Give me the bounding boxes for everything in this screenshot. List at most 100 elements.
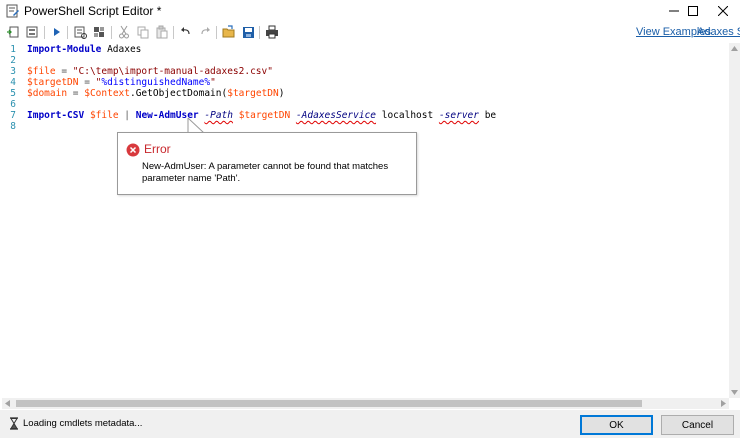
undo-icon [181,27,190,35]
argument: be [478,110,497,121]
operator: = [55,66,73,77]
scroll-thumb[interactable] [16,400,642,407]
operator: = [67,88,85,99]
argument: Adaxes [101,44,142,55]
hourglass-icon [9,417,19,430]
ok-button[interactable]: OK [580,415,653,435]
line-number: 7 [10,110,16,121]
adaxes-sdk-link[interactable]: Adaxes SDK [697,26,740,38]
save-button[interactable] [240,24,256,40]
cancel-button[interactable]: Cancel [661,415,734,435]
undo-button[interactable] [178,24,194,40]
error-tooltip: Error New-AdmUser: A parameter cannot be… [117,132,417,195]
check-syntax-icon [74,26,87,39]
select-object-icon [94,27,104,37]
status-message: Loading cmdlets metadata... [23,418,143,429]
title-bar: PowerShell Script Editor * [0,0,740,22]
cut-button[interactable] [116,24,132,40]
chevron-right-icon [721,400,726,407]
script-editor-icon [6,4,20,18]
chevron-down-icon [731,390,738,395]
redo-button[interactable] [197,24,213,40]
scroll-right-arrow[interactable] [718,398,729,409]
insert-template-icon [26,26,38,38]
paren: ) [278,88,285,99]
open-button[interactable] [221,24,237,40]
insert-button[interactable] [5,24,21,40]
close-icon [718,6,728,16]
vertical-scrollbar[interactable] [729,43,740,398]
code-line-3: $file = "C:\temp\import-manual-adaxes2.c… [27,66,273,77]
argument: localhost [376,110,439,121]
copy-button[interactable] [135,24,151,40]
chevron-left-icon [5,400,10,407]
error-icon [126,143,140,157]
string-literal: "C:\temp\import-manual-adaxes2.csv" [72,66,273,77]
scroll-left-arrow[interactable] [2,398,13,409]
close-button[interactable] [706,0,740,22]
toolbar-separator [173,26,174,39]
toolbar-separator [216,26,217,39]
line-number: 3 [10,66,16,77]
line-number: 6 [10,99,16,110]
string-quote: " [210,77,216,88]
line-number-gutter: 1 2 3 4 5 6 7 8 [2,43,22,398]
line-number: 8 [10,121,16,132]
line-number: 2 [10,55,16,66]
line-number: 4 [10,77,16,88]
code-line-5: $domain = $Context.GetObjectDomain($targ… [27,88,284,99]
select-object-button[interactable] [91,24,107,40]
toolbar-separator [259,26,260,39]
variable: $targetDN [27,77,79,88]
error-message: New-AdmUser: A parameter cannot be found… [142,161,389,184]
line-number: 1 [10,44,16,55]
maximize-icon [688,6,698,16]
redo-icon [201,27,210,35]
variable: $file [27,66,56,77]
line-number: 5 [10,88,16,99]
variable: $domain [27,88,68,99]
paste-button[interactable] [154,24,170,40]
run-button[interactable] [49,24,65,40]
code-line-7: Import-CSV $file | New-AdmUser -Path $ta… [27,110,496,121]
print-button[interactable] [264,24,280,40]
status-bar: Loading cmdlets metadata... OK Cancel [0,410,740,438]
toolbar: View Examples Adaxes SDK [0,22,740,42]
check-syntax-button[interactable] [72,24,88,40]
code-editor[interactable]: 1 2 3 4 5 6 7 8 Import-Module Adaxes $fi… [2,43,729,398]
paste-icon [156,25,168,39]
context-variable: $Context [84,88,130,99]
code-line-1: Import-Module Adaxes [27,44,141,55]
toolbar-separator [111,26,112,39]
chevron-up-icon [731,46,738,51]
error-parameter[interactable]: -Path [204,110,233,121]
toolbar-separator [44,26,45,39]
error-title: Error [144,142,171,156]
pipe-operator: | [118,110,136,121]
insert-icon [7,26,19,38]
keyword: Import-Module [27,44,102,55]
error-parameter[interactable]: -server [439,110,479,121]
run-icon [54,28,60,36]
save-icon [242,26,254,38]
cut-icon [119,25,129,39]
variable: $targetDN [227,88,279,99]
keyword: Import-CSV [27,110,85,121]
scroll-down-arrow[interactable] [729,387,740,398]
value-reference: %distinguishedName% [101,77,211,88]
method-call: .GetObjectDomain( [129,88,228,99]
error-parameter[interactable]: -AdaxesService [296,110,376,121]
window-title: PowerShell Script Editor * [24,4,162,18]
scroll-up-arrow[interactable] [729,43,740,54]
copy-icon [137,26,149,39]
operator: = [78,77,96,88]
code-line-4: $targetDN = "%distinguishedName%" [27,77,216,88]
print-icon [266,25,278,39]
toolbar-separator [67,26,68,39]
maximize-button[interactable] [676,0,710,22]
open-icon [222,25,235,38]
variable: $file [89,110,119,121]
insert-template-button[interactable] [24,24,40,40]
variable: $targetDN [238,110,291,121]
horizontal-scrollbar[interactable] [2,398,729,409]
